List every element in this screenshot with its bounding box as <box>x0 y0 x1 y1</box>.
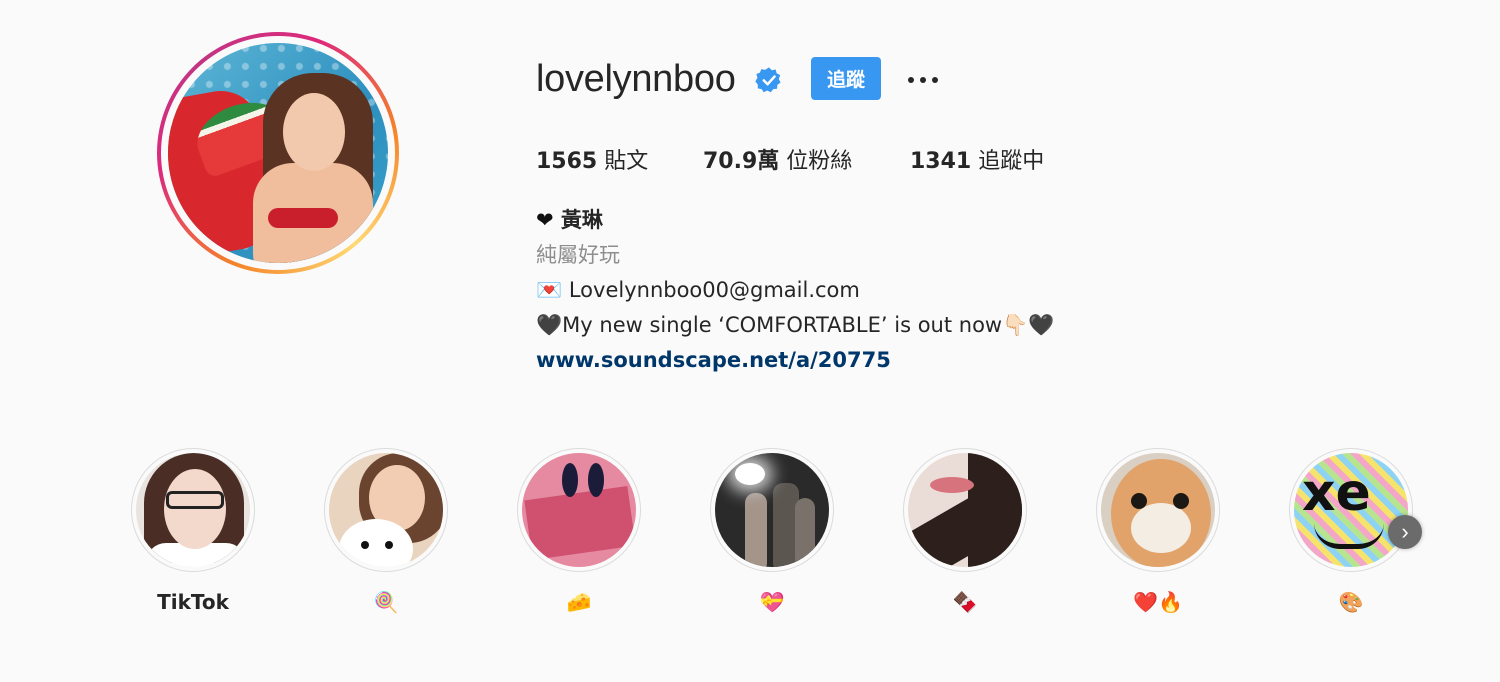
bio-single-text: My new single ‘COMFORTABLE’ is out now <box>562 313 1003 337</box>
highlight-ring <box>903 448 1027 572</box>
avatar-gap <box>161 36 395 270</box>
highlight-ring <box>517 448 641 572</box>
highlight-cover <box>908 453 1022 567</box>
bio-full-name: ❤ 黃琳 <box>536 203 1054 238</box>
verified-badge-icon <box>755 67 781 93</box>
more-options-icon[interactable] <box>905 70 941 90</box>
stat-following[interactable]: 1341 追蹤中 <box>910 143 1044 175</box>
highlight-label: TikTok <box>157 590 229 614</box>
highlight-label: 🧀 <box>566 590 592 614</box>
highlight-cover <box>522 453 636 567</box>
following-label: 追蹤中 <box>978 149 1045 174</box>
stat-posts: 1565 貼文 <box>536 143 648 175</box>
bio-category: 純屬好玩 <box>536 243 620 267</box>
highlight-label: 🍭 <box>373 590 399 614</box>
highlight-ring <box>710 448 834 572</box>
heart-icon: ❤ <box>536 208 554 232</box>
highlight-item[interactable]: 💝 <box>710 448 834 616</box>
highlight-cover <box>136 453 250 567</box>
highlight-cover <box>329 453 443 567</box>
highlight-label: 🎨 <box>1338 590 1364 614</box>
highlight-item[interactable]: TikTok <box>131 448 255 616</box>
following-count: 1341 <box>910 149 972 174</box>
profile-bio: ❤ 黃琳 純屬好玩 💌 Lovelynnboo00@gmail.com 🖤My … <box>536 203 1054 378</box>
highlight-label: 💝 <box>759 590 785 614</box>
posts-label: 貼文 <box>604 149 649 174</box>
highlight-ring <box>324 448 448 572</box>
followers-label: 位粉絲 <box>786 149 853 174</box>
follow-button[interactable]: 追蹤 <box>811 57 881 100</box>
bio-name-text: 黃琳 <box>560 208 603 232</box>
highlight-label: ❤️🔥 <box>1133 590 1183 614</box>
bio-email-line: 💌 Lovelynnboo00@gmail.com <box>536 273 1054 308</box>
chevron-right-icon[interactable]: › <box>1388 515 1422 549</box>
highlight-label: 🍫 <box>952 590 978 614</box>
profile-username: lovelynnboo <box>536 58 736 100</box>
bio-email: Lovelynnboo00@gmail.com <box>568 278 860 302</box>
highlight-cover <box>715 453 829 567</box>
highlight-cover: xe <box>1294 453 1408 567</box>
bio-single-suffix: 👇🏻🖤 <box>1002 313 1055 337</box>
avatar-bikini <box>268 208 338 228</box>
posts-count: 1565 <box>536 149 598 174</box>
followers-count: 70.9萬 <box>703 149 780 174</box>
highlight-ring <box>131 448 255 572</box>
profile-avatar[interactable] <box>168 43 388 263</box>
black-heart-icon: 🖤 <box>536 313 563 337</box>
highlight-ring: xe <box>1289 448 1413 572</box>
stat-followers[interactable]: 70.9萬 位粉絲 <box>703 143 852 175</box>
highlight-item[interactable]: 🍫 <box>903 448 1027 616</box>
highlight-item[interactable]: ❤️🔥 <box>1096 448 1220 616</box>
envelope-icon: 💌 <box>536 278 563 302</box>
story-highlights: TikTok 🍭 🧀 💝 🍫 ❤️🔥 xe 🎨 › <box>131 448 1431 628</box>
bio-single-line: 🖤My new single ‘COMFORTABLE’ is out now👇… <box>536 308 1054 343</box>
bio-website-link[interactable]: www.soundscape.net/a/20775 <box>536 343 1054 378</box>
highlight-item[interactable]: 🍭 <box>324 448 448 616</box>
profile-avatar-ring[interactable] <box>157 32 399 274</box>
highlight-ring <box>1096 448 1220 572</box>
highlight-cover <box>1101 453 1215 567</box>
highlight-item[interactable]: 🧀 <box>517 448 641 616</box>
avatar-face <box>283 93 345 171</box>
